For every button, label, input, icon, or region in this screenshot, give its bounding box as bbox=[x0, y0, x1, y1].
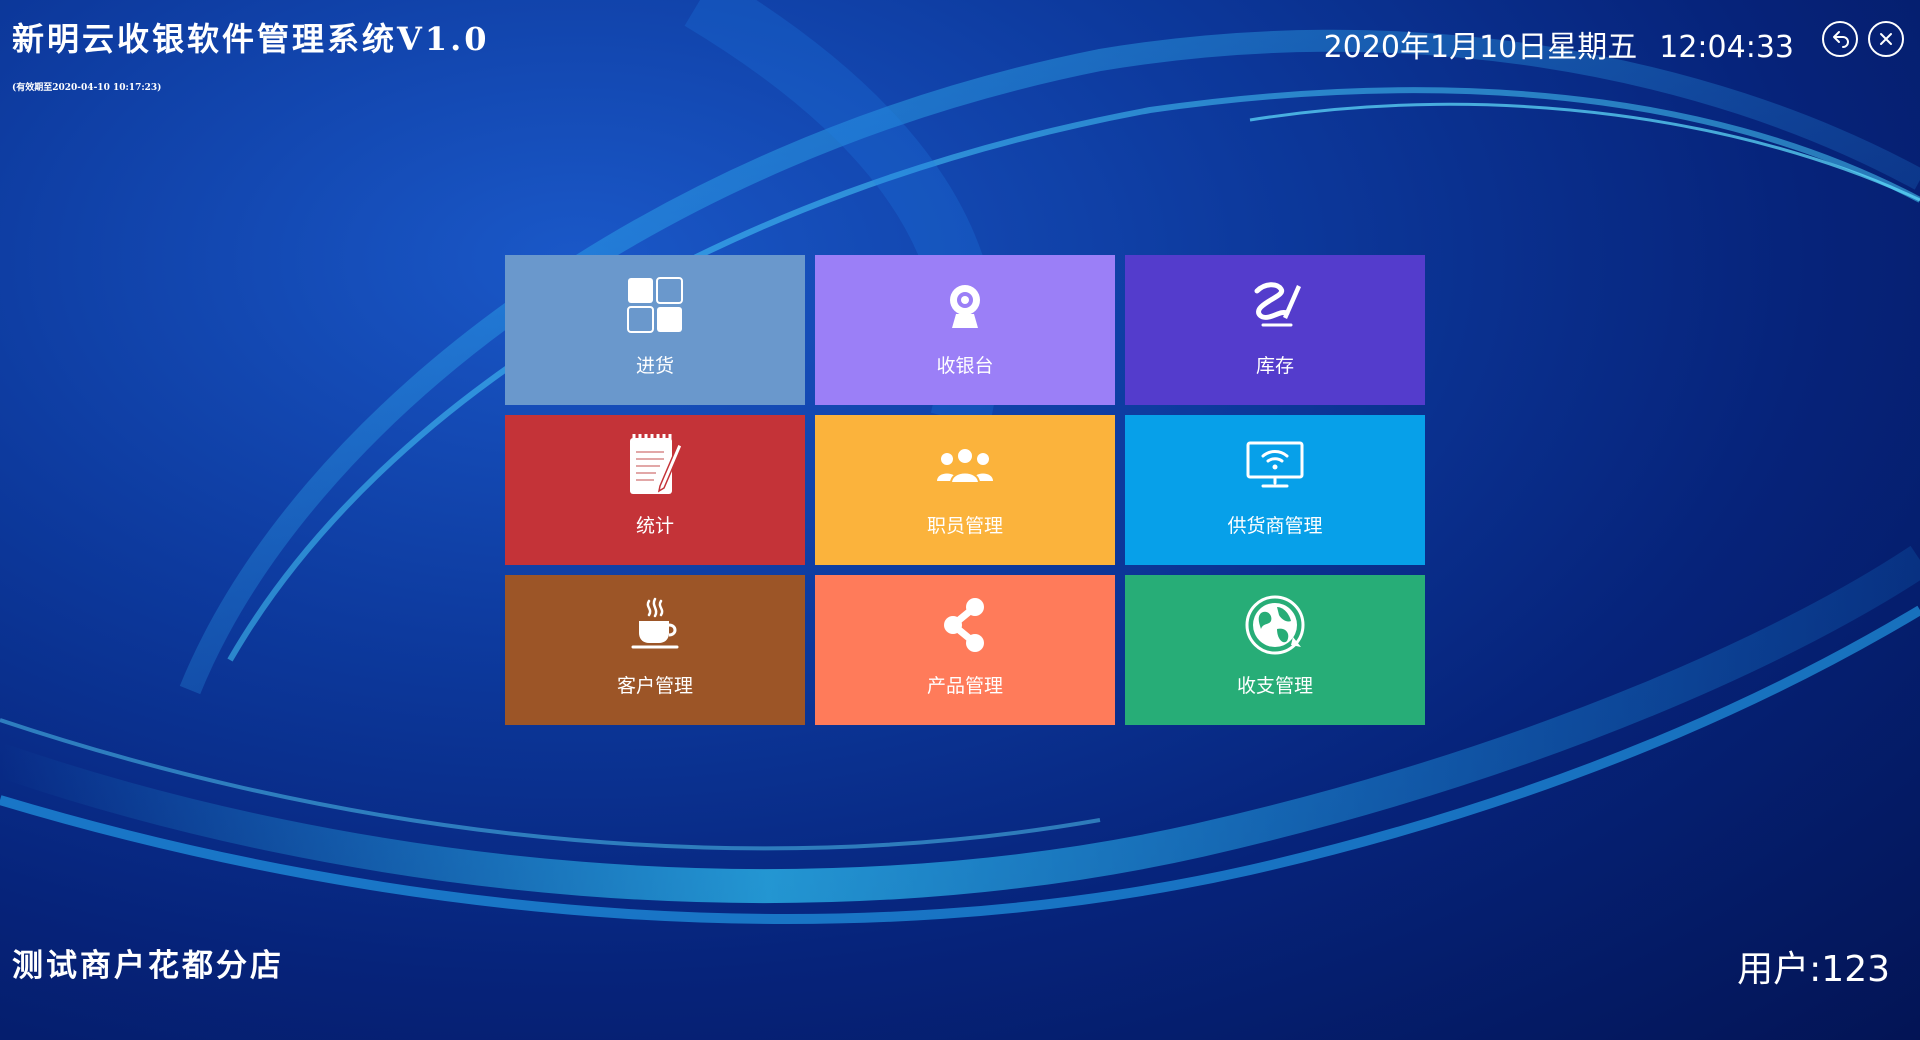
tile-label: 供货商管理 bbox=[1227, 515, 1323, 537]
tile-label: 进货 bbox=[635, 355, 674, 377]
tile-supplier[interactable]: 供货商管理 bbox=[1125, 415, 1425, 565]
tile-statistics[interactable]: 统计 bbox=[505, 415, 805, 565]
datetime-display: 2020年1月10日星期五 12:04:33 bbox=[1324, 22, 1794, 66]
tile-label: 职员管理 bbox=[926, 515, 1003, 537]
sign-icon bbox=[1254, 282, 1301, 327]
coffee-cup-icon bbox=[631, 597, 679, 649]
tile-label: 收银台 bbox=[936, 355, 994, 377]
app-title: 新明云收银软件管理系统V1.0 bbox=[12, 20, 490, 58]
back-button[interactable] bbox=[1822, 21, 1858, 57]
wifi-monitor-icon bbox=[1246, 441, 1304, 488]
reply-arrow-icon bbox=[1833, 31, 1849, 48]
time-text: 12:04:33 bbox=[1659, 30, 1794, 65]
tile-label: 产品管理 bbox=[926, 675, 1003, 697]
close-icon bbox=[1880, 33, 1892, 45]
tile-cashier[interactable]: 收银台 bbox=[815, 255, 1115, 405]
users-icon bbox=[937, 447, 993, 484]
webcam-icon bbox=[950, 285, 980, 328]
tile-purchase[interactable]: 进货 bbox=[505, 255, 805, 405]
tile-label: 统计 bbox=[635, 515, 674, 537]
menu-grid: 进货 收银台 库存 统计 职员管理 供货商管理 客户管理 产品管理 收支管理 bbox=[505, 255, 1425, 725]
tile-label: 客户管理 bbox=[616, 675, 693, 697]
date-text: 2020年1月10日星期五 bbox=[1323, 30, 1638, 65]
tile-staff[interactable]: 职员管理 bbox=[815, 415, 1115, 565]
tile-inventory[interactable]: 库存 bbox=[1125, 255, 1425, 405]
notepad-icon bbox=[630, 434, 683, 494]
tile-customer[interactable]: 客户管理 bbox=[505, 575, 805, 725]
tile-label: 库存 bbox=[1255, 355, 1294, 377]
tile-finance[interactable]: 收支管理 bbox=[1125, 575, 1425, 725]
tile-product[interactable]: 产品管理 bbox=[815, 575, 1115, 725]
grid-icon bbox=[627, 277, 683, 333]
globe-icon bbox=[1245, 595, 1305, 655]
license-expiry: (有效期至2020-04-10 10:17:23) bbox=[12, 83, 162, 93]
tile-label: 收支管理 bbox=[1236, 675, 1313, 697]
close-button[interactable] bbox=[1868, 21, 1904, 57]
share-icon bbox=[944, 598, 984, 652]
store-name: 测试商户花都分店 bbox=[12, 948, 284, 984]
user-info: 用户:123 bbox=[1737, 949, 1890, 990]
